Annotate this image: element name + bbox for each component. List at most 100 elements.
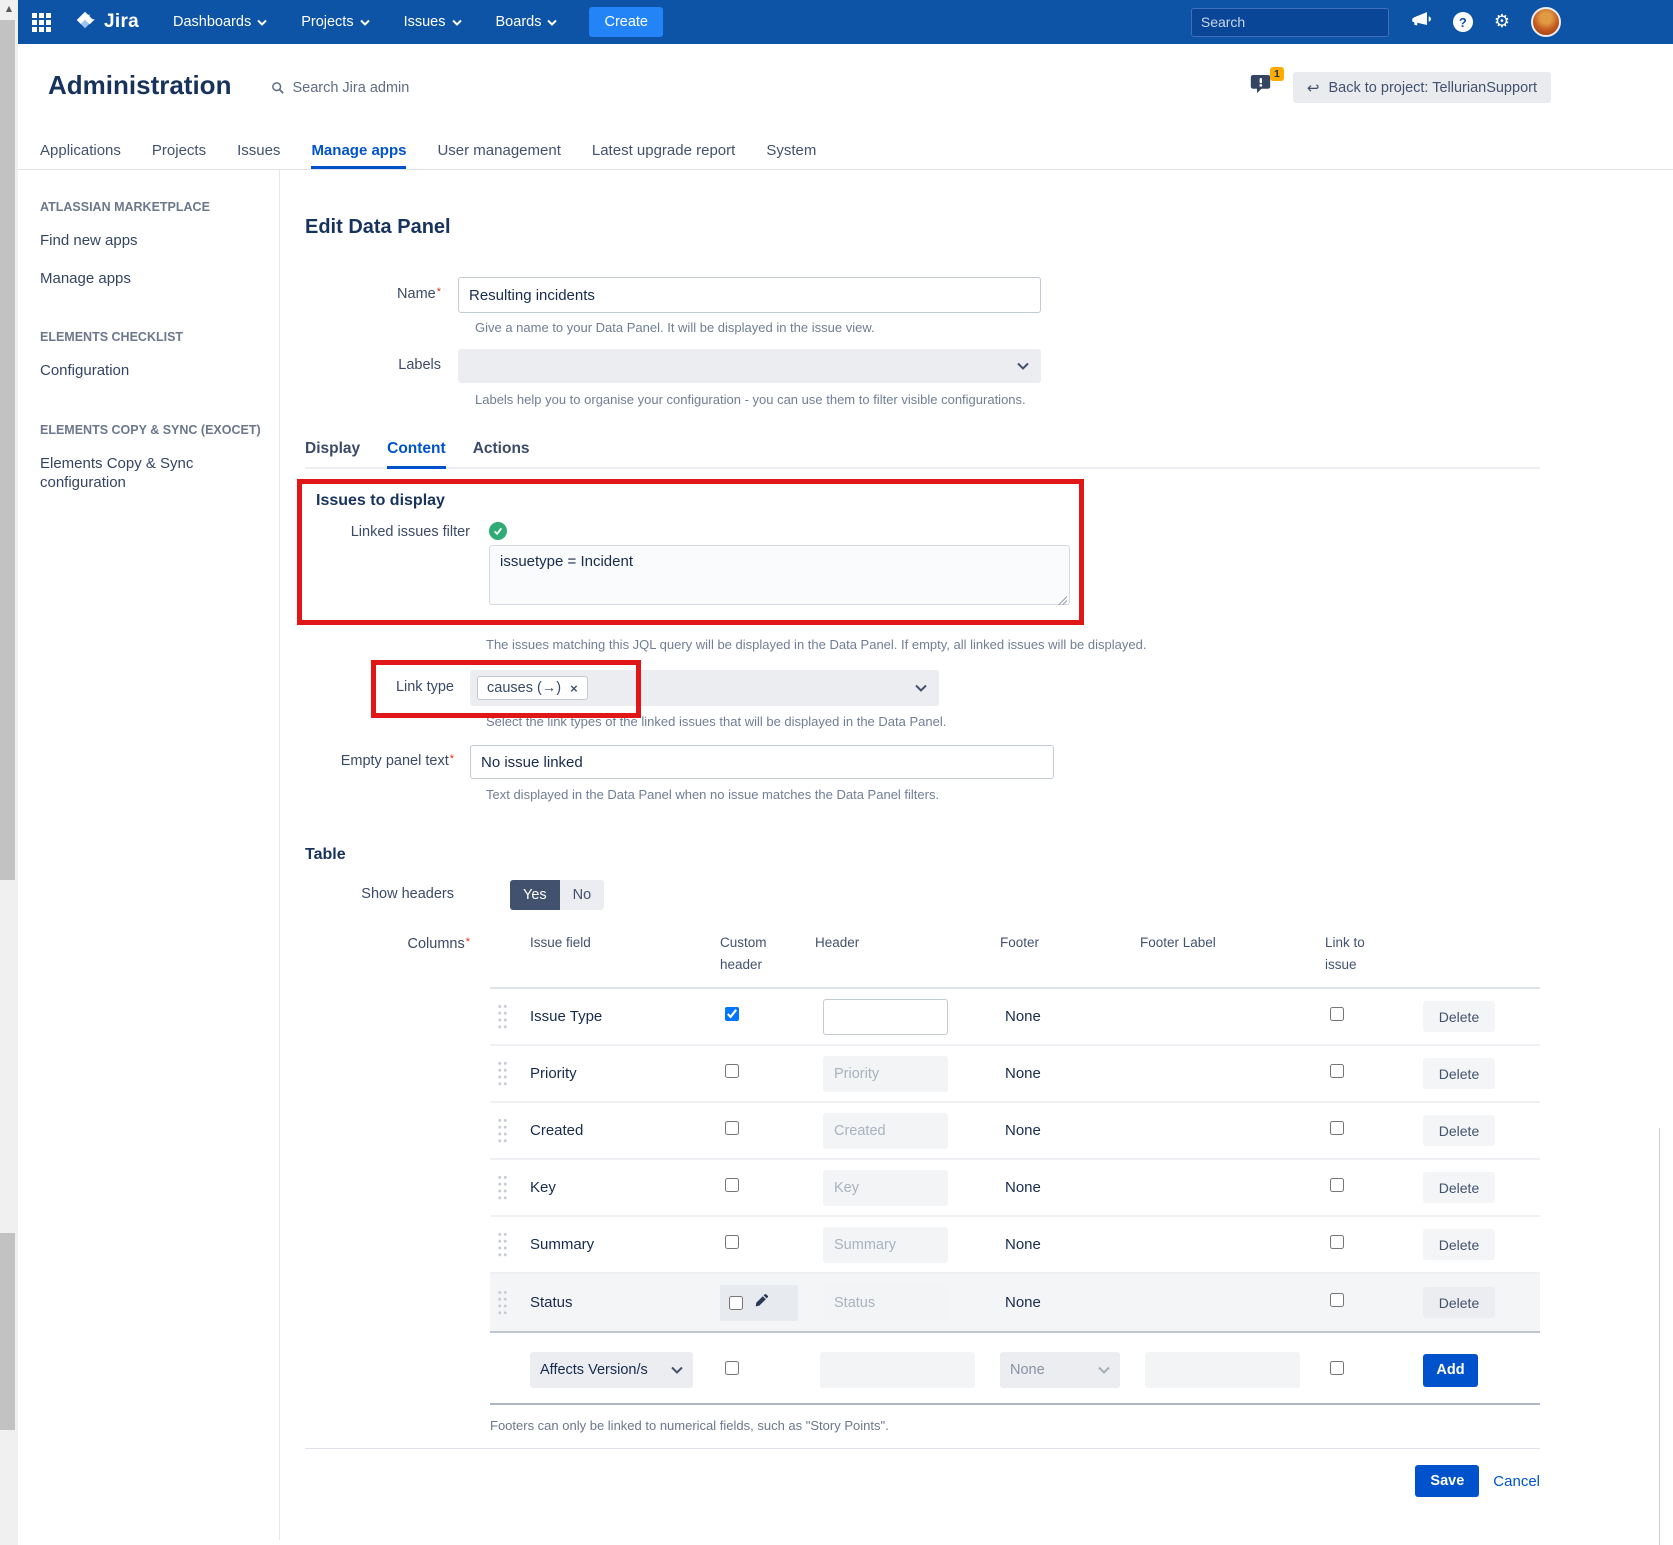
tab-user-management[interactable]: User management bbox=[437, 140, 560, 169]
header-input[interactable] bbox=[823, 1113, 948, 1149]
toggle-yes-button[interactable]: Yes bbox=[510, 880, 560, 910]
add-button[interactable]: Add bbox=[1423, 1354, 1478, 1387]
chevron-down-icon bbox=[452, 19, 462, 26]
edit-pencil-icon[interactable] bbox=[754, 1293, 769, 1313]
drag-handle-icon[interactable] bbox=[497, 1231, 508, 1258]
footer-select[interactable]: None bbox=[1000, 1352, 1120, 1388]
sidebar-item-manage-apps[interactable]: Manage apps bbox=[40, 269, 268, 289]
row-field-name: Status bbox=[530, 1294, 720, 1311]
delete-button[interactable]: Delete bbox=[1423, 1287, 1495, 1318]
notifications-icon[interactable]: 1 bbox=[1249, 72, 1281, 104]
user-avatar[interactable] bbox=[1531, 7, 1561, 37]
header-input[interactable] bbox=[823, 1227, 948, 1263]
menu-projects[interactable]: Projects bbox=[301, 14, 369, 30]
delete-button[interactable]: Delete bbox=[1423, 1229, 1495, 1260]
custom-header-checkbox[interactable] bbox=[725, 1178, 739, 1192]
drag-handle-icon[interactable] bbox=[497, 1003, 508, 1030]
notification-badge: 1 bbox=[1270, 67, 1284, 81]
settings-gear-icon[interactable]: ⚙ bbox=[1494, 13, 1510, 31]
footer-label-input[interactable] bbox=[1145, 1352, 1300, 1388]
window-right-edge bbox=[1659, 1128, 1660, 1545]
link-to-issue-checkbox[interactable] bbox=[1330, 1293, 1344, 1307]
delete-button[interactable]: Delete bbox=[1423, 1001, 1495, 1032]
back-arrow-icon: ↩ bbox=[1307, 79, 1320, 97]
labels-select[interactable] bbox=[458, 349, 1041, 383]
delete-button[interactable]: Delete bbox=[1423, 1172, 1495, 1203]
show-headers-label: Show headers bbox=[305, 880, 470, 910]
drag-handle-icon[interactable] bbox=[497, 1060, 508, 1087]
link-type-select[interactable]: causes (→) × bbox=[470, 670, 939, 706]
tab-actions[interactable]: Actions bbox=[473, 440, 530, 467]
save-button[interactable]: Save bbox=[1415, 1465, 1479, 1497]
tab-issues[interactable]: Issues bbox=[237, 140, 280, 169]
drag-handle-icon[interactable] bbox=[497, 1117, 508, 1144]
link-to-issue-checkbox[interactable] bbox=[1330, 1235, 1344, 1249]
back-to-project-button[interactable]: ↩ Back to project: TellurianSupport bbox=[1293, 72, 1551, 103]
form-divider bbox=[305, 1448, 1540, 1449]
window-scrollbar[interactable]: ▲ bbox=[0, 0, 18, 1545]
col-header-custom-header: Custom header bbox=[720, 932, 815, 975]
cancel-link[interactable]: Cancel bbox=[1493, 1473, 1540, 1490]
tab-latest-upgrade-report[interactable]: Latest upgrade report bbox=[592, 140, 735, 169]
row-field-name: Summary bbox=[530, 1236, 720, 1253]
footers-note: Footers can only be linked to numerical … bbox=[490, 1418, 1673, 1433]
tab-content[interactable]: Content bbox=[387, 440, 446, 469]
custom-header-checkbox[interactable] bbox=[725, 1235, 739, 1249]
custom-header-checkbox[interactable] bbox=[725, 1361, 739, 1375]
name-input[interactable] bbox=[458, 277, 1041, 313]
columns-label: Columns* bbox=[305, 936, 470, 952]
sidebar-item-configuration[interactable]: Configuration bbox=[40, 361, 268, 381]
footer-value: None bbox=[1005, 1236, 1041, 1253]
app-switcher-icon[interactable] bbox=[32, 13, 51, 32]
tab-display[interactable]: Display bbox=[305, 440, 360, 467]
header-input[interactable] bbox=[823, 1285, 948, 1321]
table-heading: Table bbox=[305, 846, 1673, 864]
scrollbar-thumb[interactable] bbox=[0, 20, 15, 880]
scrollbar-up-icon[interactable]: ▲ bbox=[0, 0, 18, 16]
tab-applications[interactable]: Applications bbox=[40, 140, 121, 169]
search-jira-admin[interactable]: Search Jira admin bbox=[271, 80, 409, 96]
header-input[interactable] bbox=[823, 1056, 948, 1092]
drag-handle-icon[interactable] bbox=[497, 1174, 508, 1201]
header-input[interactable] bbox=[823, 1170, 948, 1206]
announcements-icon[interactable] bbox=[1410, 10, 1432, 34]
toggle-no-button[interactable]: No bbox=[560, 880, 605, 910]
drag-handle-icon[interactable] bbox=[497, 1289, 508, 1316]
link-to-issue-checkbox[interactable] bbox=[1330, 1007, 1344, 1021]
name-help: Give a name to your Data Panel. It will … bbox=[475, 320, 1673, 335]
scrollbar-thumb-2[interactable] bbox=[0, 1233, 15, 1430]
row-field-name: Issue Type bbox=[530, 1008, 720, 1025]
tab-manage-apps[interactable]: Manage apps bbox=[311, 140, 406, 169]
custom-header-checkbox[interactable] bbox=[725, 1064, 739, 1078]
menu-boards[interactable]: Boards bbox=[496, 14, 558, 30]
jql-filter-textarea[interactable]: issuetype = Incident bbox=[489, 545, 1070, 605]
delete-button[interactable]: Delete bbox=[1423, 1058, 1495, 1089]
menu-dashboards[interactable]: Dashboards bbox=[173, 14, 267, 30]
empty-panel-input[interactable] bbox=[470, 745, 1054, 779]
sidebar-item-copy-sync-configuration[interactable]: Elements Copy & Sync configuration bbox=[40, 454, 268, 493]
link-to-issue-checkbox[interactable] bbox=[1330, 1121, 1344, 1135]
link-to-issue-checkbox[interactable] bbox=[1330, 1178, 1344, 1192]
custom-header-checkbox[interactable] bbox=[725, 1007, 739, 1021]
help-icon[interactable]: ? bbox=[1453, 12, 1473, 32]
create-button[interactable]: Create bbox=[589, 7, 663, 37]
link-to-issue-checkbox[interactable] bbox=[1330, 1064, 1344, 1078]
tab-system[interactable]: System bbox=[766, 140, 816, 169]
valid-check-icon bbox=[489, 522, 507, 540]
global-search-box[interactable] bbox=[1191, 8, 1389, 37]
chevron-down-icon bbox=[1098, 1366, 1110, 1374]
link-to-issue-checkbox[interactable] bbox=[1330, 1361, 1344, 1375]
jira-logo[interactable]: Jira bbox=[73, 8, 139, 37]
header-input[interactable] bbox=[823, 999, 948, 1035]
tab-projects[interactable]: Projects bbox=[152, 140, 206, 169]
custom-header-checkbox[interactable] bbox=[729, 1296, 743, 1310]
remove-tag-icon[interactable]: × bbox=[570, 681, 578, 696]
sidebar-item-find-new-apps[interactable]: Find new apps bbox=[40, 231, 268, 251]
linked-issues-filter-row: Linked issues filter issuetype = Inciden… bbox=[316, 522, 1079, 610]
delete-button[interactable]: Delete bbox=[1423, 1115, 1495, 1146]
custom-header-checkbox[interactable] bbox=[725, 1121, 739, 1135]
issue-field-select[interactable]: Affects Version/s bbox=[530, 1352, 693, 1388]
header-input[interactable] bbox=[820, 1352, 975, 1388]
menu-issues[interactable]: Issues bbox=[404, 14, 462, 30]
global-search-input[interactable] bbox=[1201, 14, 1382, 30]
